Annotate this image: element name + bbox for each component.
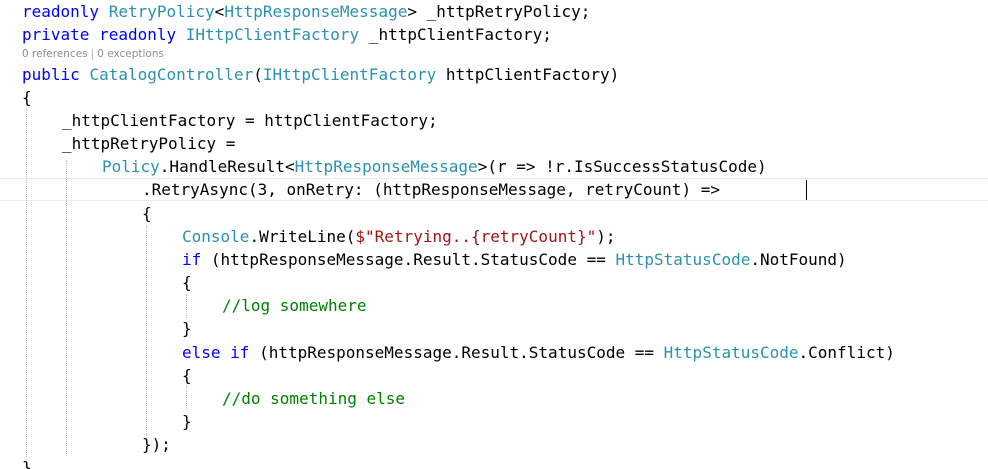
references-link[interactable]: 0 references — [22, 48, 88, 60]
close-brace: } — [22, 458, 32, 469]
code-line-5[interactable]: _httpClientFactory = httpClientFactory; — [0, 109, 988, 132]
keyword-public: public — [22, 65, 80, 84]
keyword-else-if: else if — [182, 343, 250, 362]
open-brace: { — [22, 88, 32, 107]
code-token: >(r => !r.IsSuccessStatusCode) — [477, 157, 767, 176]
code-editor[interactable]: readonly RetryPolicy<HttpResponseMessage… — [0, 0, 988, 469]
code-token: .Conflict) — [798, 343, 895, 362]
type-ihttpclientfactory: IHttpClientFactory — [262, 65, 437, 84]
code-token: .HandleResult< — [159, 157, 295, 176]
code-line-18[interactable]: } — [0, 410, 988, 433]
type-httpstatuscode: HttpStatusCode — [615, 250, 751, 269]
code-line-19[interactable]: }); — [0, 433, 988, 456]
code-token: ( — [253, 65, 263, 84]
type-console: Console — [182, 227, 250, 246]
open-brace: { — [182, 273, 192, 292]
code-token: _httpClientFactory = httpClientFactory; — [62, 111, 438, 130]
keyword-private: private — [22, 25, 90, 44]
keyword-readonly: readonly — [99, 25, 177, 44]
code-line-10[interactable]: Console.WriteLine($"Retrying..{retryCoun… — [0, 225, 988, 248]
type-httpresponsemessage: HttpResponseMessage — [294, 157, 478, 176]
code-token: .NotFound) — [750, 250, 847, 269]
code-token: > _httpRetryPolicy; — [407, 2, 591, 21]
code-token: ); — [596, 227, 616, 246]
code-token: }); — [142, 435, 171, 454]
type-policy: Policy — [102, 157, 160, 176]
code-token: .WriteLine( — [249, 227, 356, 246]
code-line-7[interactable]: Policy.HandleResult<HttpResponseMessage>… — [0, 155, 988, 178]
string-literal: $"Retrying..{retryCount}" — [355, 227, 597, 246]
code-line-9[interactable]: { — [0, 202, 988, 225]
type-retrypolicy: RetryPolicy — [108, 2, 215, 21]
code-token: (httpResponseMessage.Result.StatusCode =… — [201, 250, 616, 269]
code-token: _httpRetryPolicy = — [62, 134, 236, 153]
code-line-2[interactable]: private readonly IHttpClientFactory _htt… — [0, 23, 988, 46]
exceptions-link[interactable]: 0 exceptions — [97, 48, 164, 60]
type-httpresponsemessage: HttpResponseMessage — [224, 2, 408, 21]
keyword-readonly: readonly — [22, 2, 100, 21]
type-ihttpclientfactory: IHttpClientFactory — [185, 25, 360, 44]
code-token: < — [214, 2, 225, 21]
code-token: _httpClientFactory; — [359, 25, 552, 44]
code-token: httpClientFactory) — [436, 65, 620, 84]
close-brace: } — [182, 412, 192, 431]
code-line-4[interactable]: { — [0, 86, 988, 109]
code-line-13[interactable]: //log somewhere — [0, 294, 988, 317]
code-line-8[interactable]: .RetryAsync(3, onRetry: (httpResponseMes… — [0, 178, 988, 201]
code-line-3[interactable]: public CatalogController(IHttpClientFact… — [0, 63, 988, 86]
close-brace: } — [182, 319, 192, 338]
type-httpstatuscode: HttpStatusCode — [663, 343, 799, 362]
code-comment: //log somewhere — [222, 296, 367, 315]
keyword-if: if — [182, 250, 202, 269]
code-line-6[interactable]: _httpRetryPolicy = — [0, 132, 988, 155]
code-lens-separator: | — [90, 48, 95, 60]
code-line-15[interactable]: else if (httpResponseMessage.Result.Stat… — [0, 341, 988, 364]
open-brace: { — [182, 366, 192, 385]
code-lens: 0 references | 0 exceptions — [22, 47, 164, 61]
text-caret — [806, 180, 807, 200]
code-line-14[interactable]: } — [0, 317, 988, 340]
code-line-20[interactable]: } — [0, 456, 988, 469]
code-line-16[interactable]: { — [0, 364, 988, 387]
code-line-11[interactable]: if (httpResponseMessage.Result.StatusCod… — [0, 248, 988, 271]
code-line-12[interactable]: { — [0, 271, 988, 294]
type-catalogcontroller: CatalogController — [89, 65, 254, 84]
open-brace: { — [142, 204, 152, 223]
code-line-17[interactable]: //do something else — [0, 387, 988, 410]
code-token: .RetryAsync(3, onRetry: (httpResponseMes… — [142, 180, 720, 199]
code-comment: //do something else — [222, 389, 406, 408]
code-line-1[interactable]: readonly RetryPolicy<HttpResponseMessage… — [0, 0, 988, 23]
code-token: (httpResponseMessage.Result.StatusCode =… — [249, 343, 664, 362]
